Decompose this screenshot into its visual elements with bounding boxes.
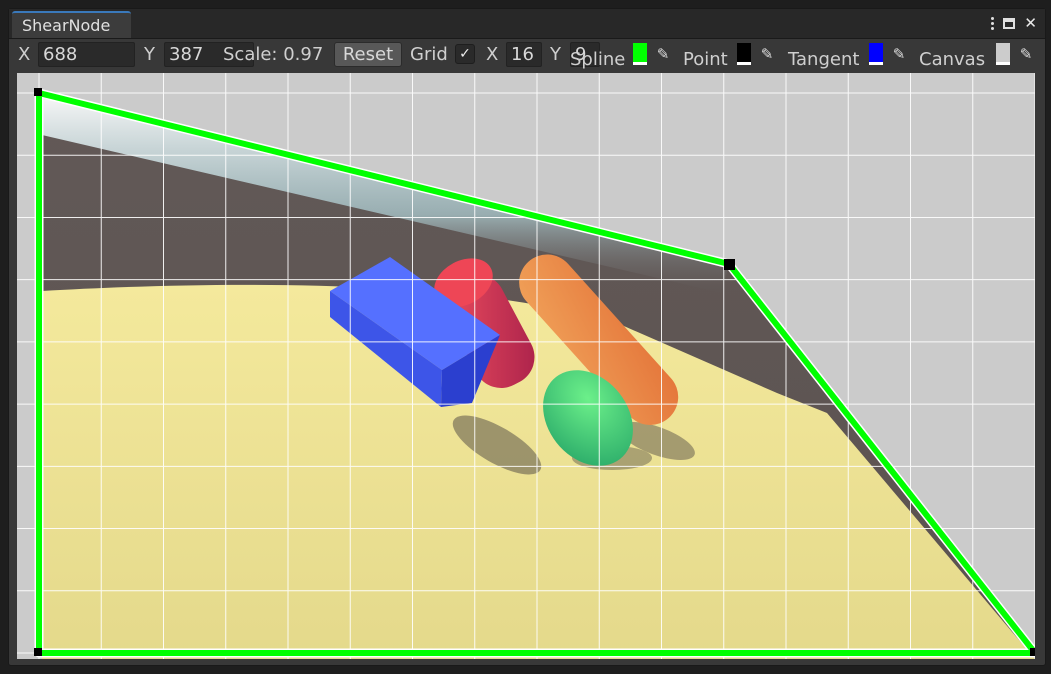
reset-button[interactable]: Reset bbox=[334, 42, 402, 67]
grid-checkbox[interactable]: ✓ bbox=[455, 44, 475, 64]
window-tab-bar: ShearNode ✕ bbox=[9, 9, 1045, 39]
checkmark-icon: ✓ bbox=[459, 46, 471, 62]
tangent-color-swatch[interactable] bbox=[869, 43, 883, 65]
canvas-label: Canvas bbox=[919, 49, 986, 70]
toolbar: X Y Scale: 0.97 Reset Grid ✓ X Y Spline … bbox=[9, 39, 1045, 70]
x-field[interactable] bbox=[38, 42, 135, 67]
window-tab[interactable]: ShearNode bbox=[12, 11, 132, 38]
canvas-color-swatch[interactable] bbox=[996, 43, 1010, 65]
canvas-svg bbox=[17, 73, 1035, 659]
control-point[interactable] bbox=[34, 88, 42, 96]
x-label: X bbox=[18, 44, 31, 65]
close-icon[interactable]: ✕ bbox=[1024, 14, 1037, 32]
y-label: Y bbox=[144, 44, 155, 65]
point-eyedropper-icon[interactable]: ✎ bbox=[757, 44, 777, 64]
control-point[interactable] bbox=[1030, 648, 1035, 656]
window-controls: ✕ bbox=[991, 12, 1037, 34]
grid-y-label: Y bbox=[550, 44, 561, 65]
shear-canvas[interactable] bbox=[17, 73, 1035, 659]
control-point[interactable] bbox=[724, 259, 735, 270]
spline-color-swatch[interactable] bbox=[633, 43, 647, 65]
canvas-eyedropper-icon[interactable]: ✎ bbox=[1016, 44, 1036, 64]
control-point[interactable] bbox=[34, 648, 42, 656]
point-label: Point bbox=[683, 49, 728, 70]
scale-label: Scale: 0.97 bbox=[223, 44, 324, 65]
kebab-menu-icon[interactable] bbox=[991, 16, 995, 30]
tangent-label: Tangent bbox=[788, 49, 860, 70]
grid-label: Grid bbox=[410, 44, 448, 65]
spline-eyedropper-icon[interactable]: ✎ bbox=[653, 44, 673, 64]
spline-label: Spline bbox=[570, 49, 626, 70]
point-color-swatch[interactable] bbox=[737, 43, 751, 65]
shearnode-window: ShearNode ✕ X Y Scale: 0.97 Reset Grid ✓… bbox=[8, 8, 1046, 666]
maximize-icon[interactable] bbox=[1003, 17, 1016, 29]
grid-x-label: X bbox=[486, 44, 499, 65]
grid-x-field[interactable] bbox=[506, 42, 542, 67]
tangent-eyedropper-icon[interactable]: ✎ bbox=[889, 44, 909, 64]
